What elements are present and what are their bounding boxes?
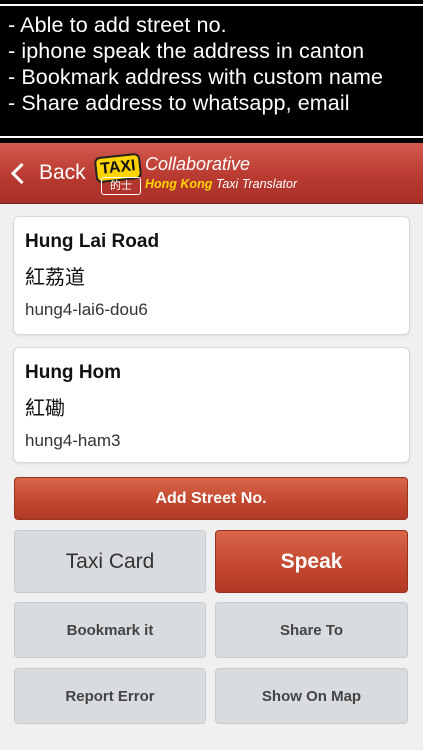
show-on-map-button[interactable]: Show On Map xyxy=(215,668,408,724)
address-romanization: hung4-lai6-dou6 xyxy=(25,300,148,319)
promo-top-rule xyxy=(0,4,423,6)
speak-button[interactable]: Speak xyxy=(215,530,408,593)
nav-bar: Back TAXI 的士 Collaborative Hong Kong Tax… xyxy=(0,143,423,204)
back-label: Back xyxy=(39,161,86,184)
address-chinese: 紅磡 xyxy=(25,396,65,420)
app-logo: TAXI 的士 Collaborative Hong Kong Taxi Tra… xyxy=(93,151,335,197)
address-card[interactable]: Hung Lai Road 紅荔道 hung4-lai6-dou6 xyxy=(13,216,410,335)
promo-bottom-rule xyxy=(0,136,423,138)
address-name: Hung Lai Road xyxy=(25,231,160,252)
promo-banner: - Able to add street no. - iphone speak … xyxy=(0,0,423,143)
logo-subtitle-hk: Hong Kong xyxy=(145,177,213,191)
bookmark-button[interactable]: Bookmark it xyxy=(14,602,206,658)
logo-subtitle-rest: Taxi Translator xyxy=(215,177,298,191)
promo-line-4: - Share address to whatsapp, email xyxy=(8,91,350,115)
address-romanization: hung4-ham3 xyxy=(25,431,121,450)
promo-line-3: - Bookmark address with custom name xyxy=(8,65,384,89)
address-card[interactable]: Hung Hom 紅磡 hung4-ham3 xyxy=(13,347,410,463)
promo-line-2: - iphone speak the address in canton xyxy=(8,39,365,63)
share-to-button[interactable]: Share To xyxy=(215,602,408,658)
chevron-left-icon xyxy=(10,162,33,184)
taxi-card-button[interactable]: Taxi Card xyxy=(14,530,206,593)
logo-title: Collaborative xyxy=(145,154,251,174)
address-chinese: 紅荔道 xyxy=(25,265,85,289)
add-street-no-button[interactable]: Add Street No. xyxy=(14,477,408,520)
logo-subtitle: Hong Kong Taxi Translator xyxy=(145,176,297,192)
back-button[interactable]: Back xyxy=(10,159,86,187)
address-name: Hung Hom xyxy=(25,362,122,383)
taxi-badge-chinese: 的士 xyxy=(101,177,141,195)
promo-line-1: - Able to add street no. xyxy=(8,13,227,37)
report-error-button[interactable]: Report Error xyxy=(14,668,206,724)
